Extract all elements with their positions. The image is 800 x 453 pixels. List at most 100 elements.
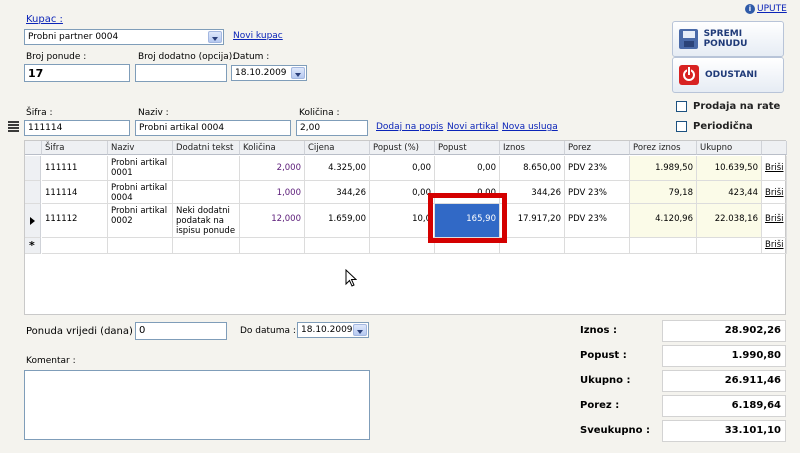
grid-cell[interactable]: 79,18 xyxy=(630,181,697,204)
row-header[interactable] xyxy=(25,181,41,204)
kupac-label[interactable]: Kupac : xyxy=(26,14,63,25)
chevron-down-icon[interactable] xyxy=(208,31,222,43)
row-header[interactable] xyxy=(25,156,41,181)
column-header[interactable]: Popust (%) xyxy=(370,141,435,155)
grid-cell[interactable]: 0,00 xyxy=(370,156,435,181)
grid-cell[interactable] xyxy=(305,238,370,254)
prodaja-na-rate-checkbox[interactable]: Prodaja na rate xyxy=(676,101,780,112)
column-header[interactable]: Popust xyxy=(435,141,500,155)
do-datuma-label: Do datuma : xyxy=(240,326,296,336)
list-icon[interactable] xyxy=(8,121,19,132)
new-row-marker: * xyxy=(29,239,35,252)
grid-cell[interactable] xyxy=(630,238,697,254)
grid-cell[interactable] xyxy=(173,238,240,254)
grid-cell[interactable]: 8.650,00 xyxy=(500,156,565,181)
periodicna-checkbox[interactable]: Periodična xyxy=(676,121,753,132)
do-datuma-picker[interactable]: 18.10.2009 xyxy=(297,322,369,338)
chevron-down-icon[interactable] xyxy=(291,67,305,79)
grid-cell[interactable]: 17.917,20 xyxy=(500,204,565,238)
iznos-total-label: Iznos : xyxy=(580,325,617,336)
ukupno-total-value: 26.911,46 xyxy=(662,370,786,392)
delete-row-link[interactable]: Briši xyxy=(762,238,787,254)
novi-kupac-link[interactable]: Novi kupac xyxy=(233,31,283,41)
row-header[interactable]: * xyxy=(25,238,41,254)
grid-cell[interactable]: 423,44 xyxy=(697,181,762,204)
grid-cell[interactable]: 12,000 xyxy=(240,204,305,238)
grid-cell[interactable] xyxy=(565,238,630,254)
grid-cell[interactable] xyxy=(697,238,762,254)
novi-artikal-link[interactable]: Novi artikal xyxy=(447,122,498,132)
do-datuma-value: 18.10.2009 xyxy=(301,325,353,335)
datum-picker[interactable]: 18.10.2009 xyxy=(231,65,307,81)
row-header[interactable] xyxy=(25,204,41,238)
power-icon xyxy=(679,65,699,85)
column-header[interactable]: Ukupno xyxy=(697,141,762,155)
row-header-corner xyxy=(25,141,42,155)
grid-cell[interactable]: PDV 23% xyxy=(565,204,630,238)
grid-cell[interactable]: 1.989,50 xyxy=(630,156,697,181)
vrijedi-input[interactable]: 0 xyxy=(135,322,227,340)
grid-cell[interactable]: Probni artikal 0004 xyxy=(108,181,173,204)
grid-cell[interactable]: 4.325,00 xyxy=(305,156,370,181)
nova-usluga-link[interactable]: Nova usluga xyxy=(502,122,558,132)
save-button[interactable]: SPREMI PONUDU xyxy=(672,21,784,57)
checkbox-box[interactable] xyxy=(676,101,687,112)
column-header[interactable]: Iznos xyxy=(500,141,565,155)
grid-cell[interactable]: Neki dodatni podatak na ispisu ponude xyxy=(173,204,240,238)
grid-cell[interactable]: Probni artikal 0001 xyxy=(108,156,173,181)
grid-cell[interactable]: 10,0 xyxy=(370,204,435,238)
grid-cell[interactable]: PDV 23% xyxy=(565,181,630,204)
grid-cell[interactable]: 111114 xyxy=(42,181,108,204)
grid-cell[interactable] xyxy=(500,238,565,254)
periodicna-label: Periodična xyxy=(693,121,753,132)
grid-cell[interactable]: 10.639,50 xyxy=(697,156,762,181)
cancel-button[interactable]: ODUSTANI xyxy=(672,57,784,93)
upute-label: UPUTE xyxy=(757,4,787,14)
kupac-select[interactable]: Probni partner 0004 xyxy=(24,29,224,45)
broj-dodatno-input[interactable] xyxy=(135,64,227,82)
checkbox-box[interactable] xyxy=(676,121,687,132)
column-header[interactable]: Porez iznos xyxy=(630,141,697,155)
grid-cell[interactable]: 0,00 xyxy=(370,181,435,204)
prodaja-na-rate-label: Prodaja na rate xyxy=(693,101,781,112)
popust-total-value: 1.990,80 xyxy=(662,345,786,367)
grid-cell[interactable]: 344,26 xyxy=(305,181,370,204)
dodaj-na-popis-link[interactable]: Dodaj na popis xyxy=(376,122,443,132)
column-header[interactable]: Šifra xyxy=(42,141,108,155)
upute-link[interactable]: i UPUTE xyxy=(745,4,787,14)
grid-cell[interactable]: 1,000 xyxy=(240,181,305,204)
grid-cell[interactable] xyxy=(42,238,108,254)
delete-row-link[interactable]: Briši xyxy=(762,156,787,181)
column-header[interactable]: Naziv xyxy=(108,141,173,155)
grid-cell[interactable] xyxy=(173,181,240,204)
naziv-input[interactable]: Probni artikal 0004 xyxy=(135,120,291,136)
grid-cell[interactable]: 1.659,00 xyxy=(305,204,370,238)
column-header[interactable]: Cijena xyxy=(305,141,370,155)
items-grid[interactable]: Šifra Naziv Dodatni tekst Količina Cijena Pop… xyxy=(24,140,787,315)
grid-cell[interactable]: 344,26 xyxy=(500,181,565,204)
grid-cell[interactable]: 111111 xyxy=(42,156,108,181)
grid-cell[interactable]: 22.038,16 xyxy=(697,204,762,238)
grid-cell[interactable]: PDV 23% xyxy=(565,156,630,181)
grid-cell[interactable] xyxy=(240,238,305,254)
grid-cell[interactable]: 111112 xyxy=(42,204,108,238)
grid-cell[interactable] xyxy=(173,156,240,181)
sifra-input[interactable]: 111114 xyxy=(24,120,130,136)
grid-cell[interactable]: Probni artikal 0002 xyxy=(108,204,173,238)
grid-cell[interactable]: 2,000 xyxy=(240,156,305,181)
delete-row-link[interactable]: Briši xyxy=(762,181,787,204)
broj-ponude-input[interactable]: 17 xyxy=(24,64,130,82)
grid-cell[interactable]: 4.120,96 xyxy=(630,204,697,238)
komentar-textarea[interactable] xyxy=(24,370,370,440)
column-header[interactable]: Dodatni tekst xyxy=(173,141,240,155)
column-header[interactable]: Porez xyxy=(565,141,630,155)
column-header[interactable]: Količina xyxy=(240,141,305,155)
grid-cell[interactable]: 0,00 xyxy=(435,156,500,181)
delete-row-link[interactable]: Briši xyxy=(762,204,787,238)
column-header[interactable] xyxy=(762,141,787,155)
grid-cell[interactable] xyxy=(108,238,173,254)
floppy-disk-icon xyxy=(679,29,698,49)
chevron-down-icon[interactable] xyxy=(353,324,367,336)
kolicina-input[interactable]: 2,00 xyxy=(296,120,368,136)
grid-cell[interactable] xyxy=(370,238,435,254)
